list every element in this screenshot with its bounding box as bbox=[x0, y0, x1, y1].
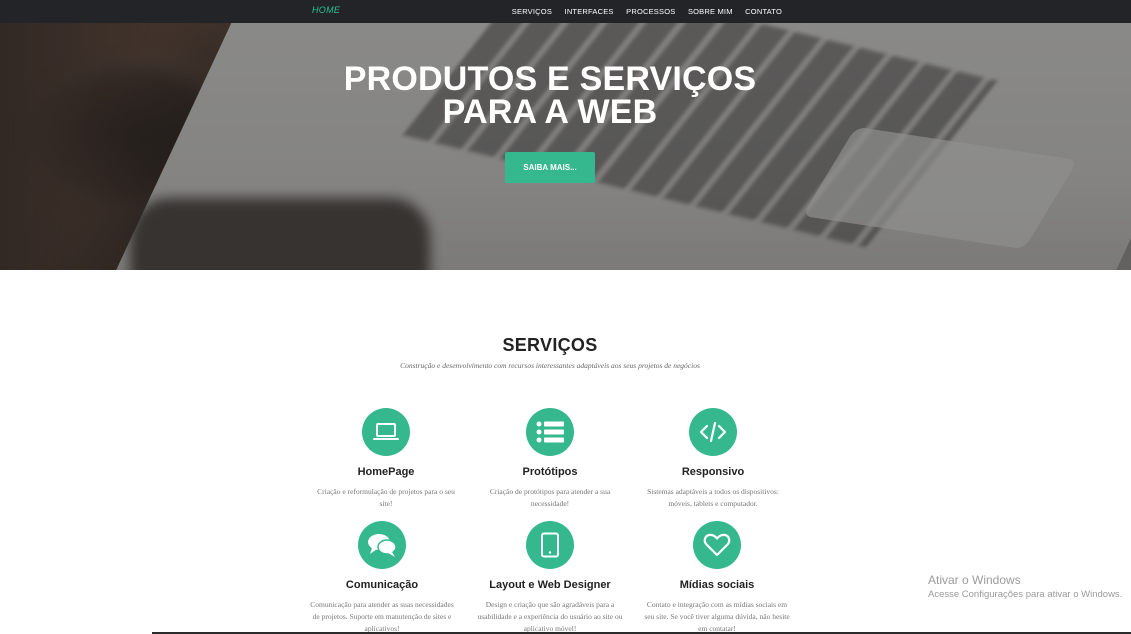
hero-title: PRODUTOS E SERVIÇOS PARA A WEB bbox=[0, 62, 1100, 131]
service-description: Design e criação que são agradáveis para… bbox=[477, 600, 623, 633]
service-title: HomePage bbox=[357, 466, 415, 478]
nav-link-processos[interactable]: PROCESSOS bbox=[626, 7, 675, 16]
tablet-icon bbox=[526, 521, 574, 569]
services-title: SERVIÇOS bbox=[502, 335, 598, 355]
service-title: Protótipos bbox=[522, 466, 578, 478]
service-card-midias-sociais: Mídias sociais Contato e integração com … bbox=[637, 521, 797, 634]
hero-title-line2: PARA A WEB bbox=[442, 93, 658, 131]
service-description: Contato e integração com as mídias socia… bbox=[644, 600, 790, 633]
laptop-icon bbox=[362, 408, 410, 456]
service-title: Mídias sociais bbox=[679, 579, 755, 591]
saiba-mais-button[interactable]: SAIBA MAIS... bbox=[505, 152, 595, 183]
service-description: Criação e reformulação de projetos para … bbox=[317, 487, 455, 508]
nav-link-servicos[interactable]: SERVIÇOS bbox=[512, 7, 552, 16]
brand-home-link[interactable]: HOME bbox=[312, 5, 340, 15]
service-card-layout: Layout e Web Designer Design e criação q… bbox=[470, 521, 630, 634]
nav-links: SERVIÇOS INTERFACES PROCESSOS SOBRE MIM … bbox=[499, 0, 782, 23]
service-card-prototipos: Protótipos Criação de protótipos para at… bbox=[470, 408, 630, 510]
services-subtitle: Construção e desenvolvimento com recurso… bbox=[400, 361, 700, 370]
service-card-responsivo: Responsivo Sistemas adaptáveis a todos o… bbox=[633, 408, 793, 510]
service-title: Layout e Web Designer bbox=[489, 579, 611, 591]
service-description: Criação de protótipos para atender a sua… bbox=[489, 487, 611, 508]
service-card-comunicacao: Comunicação Comunicação para atender as … bbox=[302, 521, 462, 634]
list-icon bbox=[526, 408, 574, 456]
windows-activation-subtitle: Acesse Configurações para ativar o Windo… bbox=[928, 589, 1123, 600]
nav-link-interfaces[interactable]: INTERFACES bbox=[565, 7, 614, 16]
windows-activation-title: Ativar o Windows bbox=[928, 573, 1021, 587]
service-title: Responsivo bbox=[681, 466, 745, 478]
top-navbar: HOME SERVIÇOS INTERFACES PROCESSOS SOBRE… bbox=[0, 0, 1131, 23]
heart-icon bbox=[693, 521, 741, 569]
hero-banner: PRODUTOS E SERVIÇOS PARA A WEB SAIBA MAI… bbox=[0, 23, 1131, 270]
code-icon bbox=[689, 408, 737, 456]
nav-link-sobre-mim[interactable]: SOBRE MIM bbox=[688, 7, 733, 16]
nav-link-contato[interactable]: CONTATO bbox=[745, 7, 782, 16]
service-description: Sistemas adaptáveis a todos os dispositi… bbox=[647, 487, 779, 508]
service-title: Comunicação bbox=[345, 579, 419, 591]
service-description: Comunicação para atender as suas necessi… bbox=[310, 600, 454, 633]
service-card-homepage: HomePage Criação e reformulação de proje… bbox=[306, 408, 466, 510]
chat-bubbles-icon bbox=[358, 521, 406, 569]
